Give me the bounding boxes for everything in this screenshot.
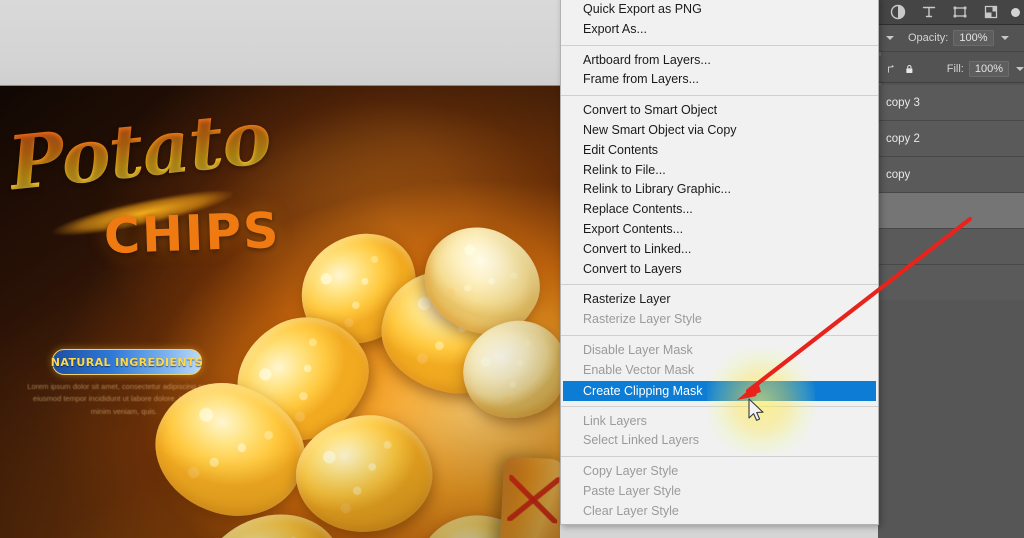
fill-value[interactable]: 100% — [968, 61, 1009, 77]
layer-context-menu[interactable]: Quick Export as PNG Export As... Artboar… — [560, 0, 879, 525]
lock-all-icon[interactable] — [904, 62, 915, 76]
menu-item-clear-layer-style: Clear Layer Style — [583, 503, 679, 518]
menu-item-rasterize-layer[interactable]: Rasterize Layer — [561, 290, 878, 310]
menu-item-rasterize-layer-style: Rasterize Layer Style — [583, 312, 702, 327]
type-layer-filter-icon[interactable] — [921, 4, 937, 20]
layer-row[interactable]: copy 2 — [878, 121, 1024, 157]
menu-item-convert-to-linked[interactable]: Convert to Linked... — [561, 240, 878, 260]
menu-item-export-as[interactable]: Export As... — [561, 20, 878, 40]
opacity-value[interactable]: 100% — [953, 30, 994, 46]
menu-separator — [561, 334, 878, 336]
menu-item-artboard-from-layers[interactable]: Artboard from Layers... — [561, 51, 878, 71]
layer-row[interactable] — [878, 229, 1024, 265]
menu-item-quick-export-as-png[interactable]: Quick Export as PNG — [561, 0, 878, 20]
blend-mode-chevron-down-icon[interactable] — [886, 36, 894, 40]
layer-name: copy — [886, 168, 911, 181]
opacity-row[interactable]: Opacity: 100% — [878, 25, 1024, 52]
menu-item-replace-contents[interactable]: Replace Contents... — [561, 200, 878, 220]
menu-item-convert-to-smart-object[interactable]: Convert to Smart Object — [561, 101, 878, 121]
menu-item-paste-layer-style: Paste Layer Style — [583, 483, 681, 498]
menu-separator — [561, 284, 878, 286]
menu-item-enable-vector-mask: Enable Vector Mask — [583, 362, 695, 377]
adjustment-layer-filter-icon[interactable] — [890, 4, 906, 20]
menu-item-frame-from-layers[interactable]: Frame from Layers... — [561, 70, 878, 90]
layer-row[interactable]: copy 3 — [878, 85, 1024, 121]
opacity-label: Opacity: — [908, 32, 949, 44]
fill-label: Fill: — [946, 63, 964, 75]
opacity-chevron-down-icon[interactable] — [1000, 36, 1009, 40]
natural-ingredients-label: NATURAL INGREDIENTS — [50, 355, 204, 369]
menu-item-new-smart-object-via-copy[interactable]: New Smart Object via Copy — [561, 121, 878, 141]
layers-panel: Opacity: 100% Fill: 100% copy 3 copy 2 c… — [878, 0, 1024, 538]
artwork-body-text: Lorem ipsum dolor sit amet, consectetur … — [27, 382, 221, 416]
natural-ingredients-badge: NATURAL INGREDIENTS — [50, 349, 204, 375]
smart-object-filter-icon[interactable] — [983, 4, 999, 20]
layer-row[interactable] — [878, 265, 1024, 301]
layer-name: copy 2 — [886, 132, 920, 145]
fill-chevron-down-icon[interactable] — [1016, 67, 1024, 71]
canvas-artwork[interactable]: NATURAL Potato CHIPS NATURAL INGREDIENTS… — [0, 86, 560, 538]
layer-name: copy 3 — [886, 96, 920, 109]
layer-list: copy 3 copy 2 copy — [878, 85, 1024, 301]
layer-row-selected[interactable] — [878, 193, 1024, 229]
lock-artboard-icon[interactable] — [886, 63, 896, 76]
menu-item-export-contents[interactable]: Export Contents... — [561, 220, 878, 240]
fill-row[interactable]: Fill: 100% — [878, 56, 1024, 83]
layer-filter-row[interactable] — [878, 0, 1024, 25]
menu-item-edit-contents[interactable]: Edit Contents — [561, 141, 878, 161]
menu-item-select-linked-layers: Select Linked Layers — [583, 433, 700, 448]
photoshop-screenshot: NATURAL Potato CHIPS NATURAL INGREDIENTS… — [0, 0, 1024, 538]
layer-row[interactable]: copy — [878, 157, 1024, 193]
menu-item-convert-to-layers[interactable]: Convert to Layers — [561, 260, 878, 280]
filter-toggle-icon[interactable] — [1010, 7, 1021, 18]
headline-block: CHIPS — [103, 201, 282, 266]
menu-separator — [561, 44, 878, 46]
menu-item-relink-to-library-graphic[interactable]: Relink to Library Graphic... — [561, 180, 878, 200]
menu-item-relink-to-file[interactable]: Relink to File... — [561, 161, 878, 181]
menu-item-copy-layer-style: Copy Layer Style — [583, 464, 679, 479]
menu-separator — [561, 405, 878, 407]
menu-item-create-clipping-mask[interactable]: Create Clipping Mask — [563, 380, 876, 401]
menu-item-link-layers: Link Layers — [583, 413, 647, 428]
menu-item-disable-layer-mask: Disable Layer Mask — [583, 342, 693, 357]
menu-separator — [561, 95, 878, 97]
menu-separator — [561, 456, 878, 458]
layer-panel-empty-area — [878, 300, 1024, 538]
shape-layer-filter-icon[interactable] — [952, 4, 968, 20]
